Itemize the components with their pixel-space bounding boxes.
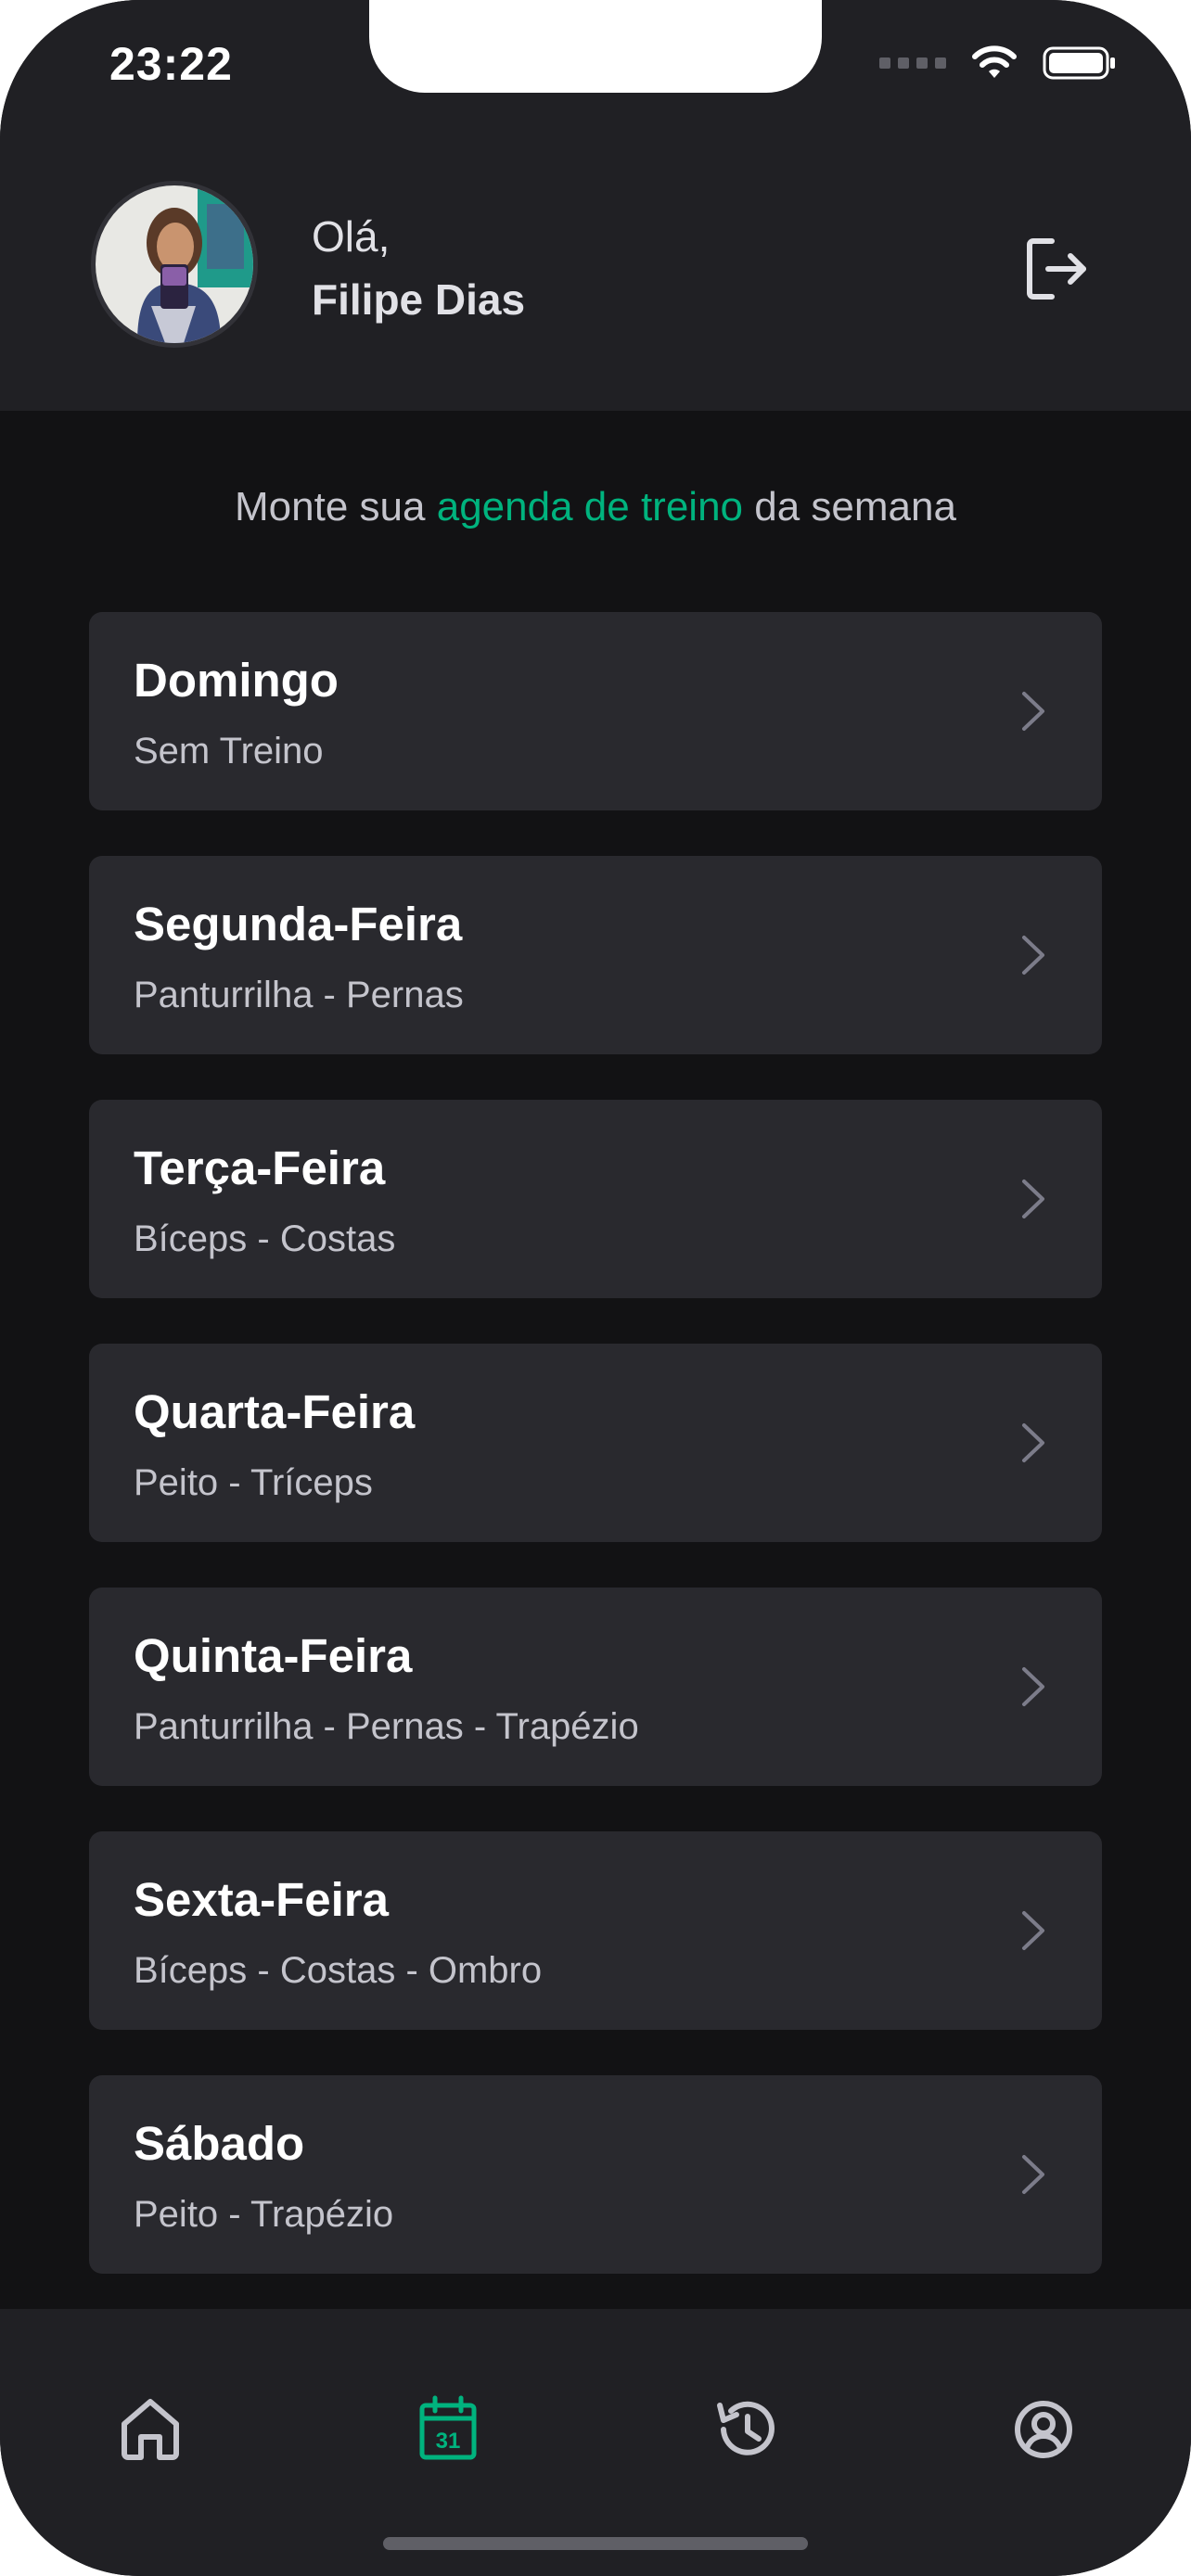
tab-home[interactable] [113, 2392, 187, 2467]
day-card-terca[interactable]: Terça-Feira Bíceps - Costas [89, 1100, 1102, 1298]
day-workout: Panturrilha - Pernas - Trapézio [134, 1706, 639, 1747]
chevron-right-icon [1022, 1423, 1044, 1462]
day-card-sabado[interactable]: Sábado Peito - Trapézio [89, 2075, 1102, 2274]
logout-button[interactable] [1020, 232, 1095, 306]
day-workout: Peito - Tríceps [134, 1462, 373, 1503]
chevron-right-icon [1022, 936, 1044, 975]
subtitle-text-start: Monte sua [235, 484, 426, 529]
tab-profile[interactable] [1006, 2392, 1081, 2467]
logout-icon [1027, 238, 1086, 300]
device-notch [369, 0, 822, 93]
day-workout: Peito - Trapézio [134, 2194, 394, 2235]
cellular-signal-icon [879, 57, 946, 69]
day-workout: Bíceps - Costas [134, 1218, 396, 1259]
battery-icon [1043, 46, 1115, 80]
chevron-right-icon [1022, 692, 1044, 731]
tab-history[interactable] [709, 2392, 783, 2467]
status-icons [879, 45, 1117, 82]
wifi-icon [972, 45, 1017, 78]
header: 23:22 Olá, Filipe Dias [0, 0, 1191, 411]
chevron-right-icon [1022, 1911, 1044, 1950]
day-name: Sexta-Feira [134, 1873, 389, 1926]
avatar[interactable] [91, 181, 258, 348]
home-icon [122, 2399, 179, 2460]
day-name: Quinta-Feira [134, 1629, 413, 1682]
chevron-right-icon [1022, 2155, 1044, 2194]
page-subtitle: Monte sua agenda de treino da semana [0, 484, 1191, 530]
subtitle-text-end: da semana [754, 484, 956, 529]
chevron-right-icon [1022, 1180, 1044, 1218]
day-card-quinta[interactable]: Quinta-Feira Panturrilha - Pernas - Trap… [89, 1588, 1102, 1786]
user-name: Filipe Dias [312, 275, 526, 324]
day-workout: Panturrilha - Pernas [134, 975, 464, 1015]
day-card-sexta[interactable]: Sexta-Feira Bíceps - Costas - Ombro [89, 1831, 1102, 2030]
app-screen: 23:22 Olá, Filipe Dias Monte sua agenda … [0, 0, 1191, 2576]
day-name: Domingo [134, 654, 339, 707]
day-workout: Sem Treino [134, 731, 324, 772]
chevron-right-icon [1022, 1667, 1044, 1706]
home-indicator[interactable] [383, 2537, 808, 2550]
profile-photo [96, 185, 253, 343]
day-name: Terça-Feira [134, 1141, 386, 1194]
history-icon [717, 2401, 775, 2455]
status-time: 23:22 [109, 38, 233, 90]
greeting-text: Olá, [312, 212, 391, 261]
calendar-icon: 31 [419, 2395, 477, 2460]
day-workout: Bíceps - Costas - Ombro [134, 1950, 543, 1991]
day-card-domingo[interactable]: Domingo Sem Treino [89, 612, 1102, 810]
bottom-tab-bar: 31 [0, 2309, 1191, 2576]
profile-icon [1015, 2401, 1072, 2458]
day-card-quarta[interactable]: Quarta-Feira Peito - Tríceps [89, 1344, 1102, 1542]
day-name: Segunda-Feira [134, 898, 463, 950]
day-name: Sábado [134, 2117, 305, 2170]
day-card-segunda[interactable]: Segunda-Feira Panturrilha - Pernas [89, 856, 1102, 1054]
subtitle-accent: agenda de treino [436, 484, 744, 529]
calendar-day-number: 31 [436, 2429, 461, 2454]
day-name: Quarta-Feira [134, 1385, 416, 1438]
tab-calendar[interactable]: 31 [411, 2392, 485, 2467]
